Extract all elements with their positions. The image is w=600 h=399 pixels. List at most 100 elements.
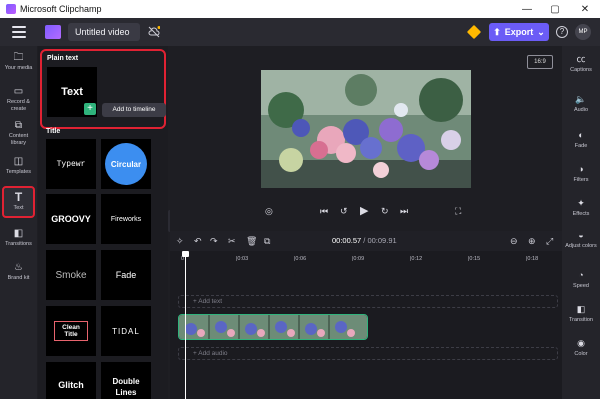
export-label: Export — [504, 27, 534, 37]
title-tile-fade[interactable]: Fade — [101, 250, 151, 300]
menu-icon[interactable] — [12, 26, 26, 38]
title-tile-circular[interactable]: Circular — [101, 139, 151, 189]
skip-to-start-icon[interactable]: ⏮ — [320, 206, 328, 217]
playhead[interactable] — [182, 251, 189, 399]
clip-thumbnails — [179, 315, 367, 339]
plain-text-card[interactable]: Plain text Text + Add to timeline — [40, 49, 166, 129]
minimize-button[interactable]: — — [512, 0, 542, 18]
property-audio[interactable]: 🔈 Audio — [562, 94, 600, 114]
current-time: 00:00.57 — [332, 236, 362, 245]
templates-icon: ◫ — [13, 156, 24, 167]
title-tile-fireworks[interactable]: Fireworks — [101, 194, 151, 244]
avatar[interactable]: MP — [575, 24, 591, 40]
delete-icon[interactable]: 🗑 — [246, 236, 257, 247]
property-effects[interactable]: ✦ Effects — [562, 198, 600, 218]
editor-topbar: Untitled video ⬆ Export ⌄ ? MP — [0, 18, 600, 46]
adjust-colors-icon: ◒ — [578, 230, 584, 240]
title-tile-tidal[interactable]: TIDAL — [101, 306, 151, 356]
library-icon: ⧉ — [14, 120, 23, 131]
right-sidebar: ㏄ Captions 🔈 Audio ◐ Fade ◑ Filters ✦ Effects… — [562, 46, 600, 399]
title-tile-glitch[interactable]: Glitch — [46, 362, 96, 399]
transitions-icon: ◧ — [13, 228, 24, 239]
add-text-track[interactable]: + Add text — [178, 295, 558, 308]
text-panel: Plain text Text + Add to timeline Title … — [38, 46, 168, 399]
property-transition[interactable]: ◧ Transition — [562, 304, 600, 324]
help-icon[interactable]: ? — [556, 26, 568, 38]
preview-stage: 16:9 ◎ ⏮ ↺ ▶ ↻ ⏭ ⛶ — [170, 46, 562, 231]
sidebar-item-templates[interactable]: ◫ Templates — [2, 156, 35, 176]
project-title-input[interactable]: Untitled video — [68, 23, 140, 41]
add-audio-track[interactable]: + Add audio — [178, 347, 558, 360]
speed-icon: ◔ — [578, 270, 584, 280]
split-scissors-icon[interactable]: ✂ — [228, 236, 236, 247]
timeline-ruler[interactable]: 0 |0:03 |0:06 |0:09 |0:12 |0:15 |0:18 — [178, 253, 558, 265]
ruler-label: |0:18 — [526, 256, 539, 262]
property-fade[interactable]: ◐ Fade — [562, 130, 600, 150]
sidebar-item-brand-kit[interactable]: ♨ Brand kit — [2, 262, 35, 282]
transition-icon: ◧ — [576, 304, 586, 314]
sidebar-item-record-create[interactable]: ▭ Record & create — [2, 86, 35, 113]
captions-icon: ㏄ — [576, 54, 586, 64]
ruler-label: |0:15 — [468, 256, 481, 262]
property-captions[interactable]: ㏄ Captions — [562, 54, 600, 74]
play-icon[interactable]: ▶ — [360, 204, 368, 217]
camera-icon: ▭ — [13, 86, 24, 97]
title-section-heading: Title — [46, 128, 61, 135]
property-adjust-colors[interactable]: ◒ Adjust colors — [562, 230, 600, 250]
rewind-5s-icon[interactable]: ↺ — [340, 206, 348, 217]
title-tile-groovy[interactable]: GROOVY — [46, 194, 96, 244]
title-tile-clean-title[interactable]: Clean Title — [46, 306, 96, 356]
window-title: Microsoft Clipchamp — [20, 4, 102, 14]
export-button[interactable]: ⬆ Export ⌄ — [489, 23, 549, 41]
property-speed[interactable]: ◔ Speed — [562, 270, 600, 290]
duplicate-icon[interactable]: ⧉ — [264, 236, 270, 247]
ruler-label: |0:09 — [352, 256, 365, 262]
fade-icon: ◐ — [578, 130, 584, 140]
title-tile-smoke[interactable]: Smoke — [46, 250, 96, 300]
sidebar-item-your-media[interactable]: 🗀 Your media — [2, 52, 35, 72]
timeline: ✧ ↶ ↷ ✂ 🗑 ⧉ 00:00.57 / 00:09.91 ⊖ ⊕ ⤢ 0 … — [170, 231, 562, 399]
zoom-in-icon[interactable]: ⊕ — [528, 236, 536, 247]
sidebar-item-text[interactable]: T Text — [2, 186, 35, 218]
plain-text-heading: Plain text — [47, 55, 79, 62]
fullscreen-icon[interactable]: ⛶ — [455, 206, 461, 217]
sidebar-item-transitions[interactable]: ◧ Transitions — [2, 228, 35, 248]
video-clip[interactable] — [178, 314, 368, 340]
clean-title-label: Clean Title — [54, 321, 88, 341]
brand-kit-icon: ♨ — [14, 262, 23, 273]
add-to-timeline-tooltip: Add to timeline — [102, 103, 166, 117]
add-plus-icon[interactable]: + — [84, 103, 96, 115]
magic-wand-icon[interactable]: ✧ — [176, 236, 184, 247]
ruler-label: |0:12 — [410, 256, 423, 262]
property-filters[interactable]: ◑ Filters — [562, 164, 600, 184]
undo-icon[interactable]: ↶ — [194, 236, 202, 247]
timecode: 00:00.57 / 00:09.91 — [332, 236, 397, 245]
chevron-down-icon: ⌄ — [537, 26, 545, 37]
property-color[interactable]: ◉ Color — [562, 338, 600, 358]
aspect-ratio-button[interactable]: 16:9 — [527, 55, 553, 69]
project-thumbnail — [45, 25, 61, 39]
screenshot-icon[interactable]: ◎ — [265, 206, 273, 217]
title-tile-double-lines[interactable]: Double Lines — [101, 362, 151, 399]
forward-5s-icon[interactable]: ↻ — [381, 206, 389, 217]
cloud-sync-off-icon[interactable] — [148, 26, 160, 38]
skip-to-end-icon[interactable]: ⏭ — [400, 206, 408, 217]
audio-icon: 🔈 — [575, 94, 587, 104]
effects-icon: ✦ — [577, 198, 585, 208]
text-icon: T — [14, 190, 23, 204]
filters-icon: ◑ — [578, 164, 584, 174]
total-time: / 00:09.91 — [363, 236, 397, 245]
folder-icon: 🗀 — [13, 52, 24, 63]
color-icon: ◉ — [577, 338, 585, 348]
fit-to-screen-icon[interactable]: ⤢ — [546, 236, 553, 247]
sidebar-item-content-library[interactable]: ⧉ Content library — [2, 120, 35, 147]
close-button[interactable]: ✕ — [570, 0, 600, 18]
premium-diamond-icon[interactable] — [466, 24, 482, 40]
video-preview[interactable] — [261, 70, 471, 188]
maximize-button[interactable]: ▢ — [540, 0, 570, 18]
redo-icon[interactable]: ↷ — [210, 236, 218, 247]
title-tile-typewriter[interactable]: Typewr — [46, 139, 96, 189]
zoom-out-icon[interactable]: ⊖ — [510, 236, 518, 247]
window-titlebar: Microsoft Clipchamp — ▢ ✕ — [0, 0, 600, 18]
left-sidebar: 🗀 Your media ▭ Record & create ⧉ Content li… — [0, 46, 37, 399]
